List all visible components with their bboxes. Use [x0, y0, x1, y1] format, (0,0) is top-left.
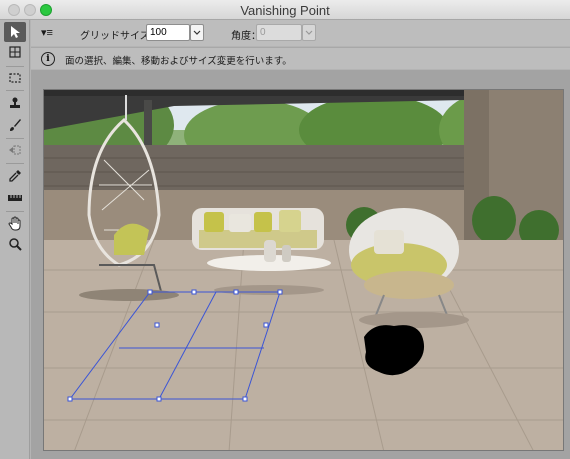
measure-tool[interactable] — [4, 188, 26, 208]
plane-edge-handle — [233, 289, 239, 295]
eyedropper-icon — [9, 170, 21, 182]
tool-hint-text: 面の選択、編集、移動およびサイズ変更を行います。 — [65, 56, 292, 67]
edit-plane-tool[interactable] — [4, 22, 26, 42]
angle-input[interactable]: 0 — [256, 24, 302, 41]
vanishing-point-window: Vanishing Point ▾≡ グリッドサイズ： 100 角度： 0 i … — [0, 0, 570, 459]
plane-edge-handle — [263, 322, 269, 328]
create-plane-tool[interactable] — [4, 42, 26, 62]
marquee-icon — [9, 73, 21, 83]
window-title: Vanishing Point — [240, 3, 330, 18]
eyedropper-tool[interactable] — [4, 166, 26, 186]
plane-corner-handle — [277, 289, 283, 295]
stamp-tool[interactable] — [4, 93, 26, 113]
chevron-down-icon — [305, 30, 313, 35]
panel-menu-button[interactable]: ▾≡ — [41, 26, 53, 39]
plane-corner-handle — [147, 289, 153, 295]
canvas-area[interactable] — [31, 70, 570, 459]
image-preview[interactable] — [43, 89, 564, 451]
grid-size-input[interactable]: 100 — [146, 24, 190, 41]
options-bar: ▾≡ グリッドサイズ： 100 角度： 0 — [31, 20, 570, 46]
plane-corner-handle — [67, 396, 73, 402]
zoom-icon — [9, 238, 22, 251]
chevron-down-icon — [193, 30, 201, 35]
zoom-tool[interactable] — [4, 234, 26, 254]
grid-plane-icon — [9, 46, 21, 58]
transform-icon — [9, 145, 21, 155]
plane-edge-handle — [154, 322, 160, 328]
plane-edge-handle — [156, 396, 162, 402]
hand-tool[interactable] — [4, 213, 26, 233]
perspective-plane-grid[interactable] — [44, 90, 564, 451]
info-bar: i 面の選択、編集、移動およびサイズ変更を行います。 — [31, 47, 570, 69]
grid-size-dropdown-button[interactable] — [190, 24, 204, 41]
ruler-icon — [8, 195, 22, 201]
plane-edge-handle — [191, 289, 197, 295]
angle-dropdown-button[interactable] — [302, 24, 316, 41]
brush-tool[interactable] — [4, 115, 26, 135]
title-bar: Vanishing Point — [0, 0, 570, 20]
marquee-tool[interactable] — [4, 68, 26, 88]
info-icon: i — [41, 52, 55, 66]
plane-corner-handle — [242, 396, 248, 402]
arrow-icon — [11, 26, 20, 38]
stamp-icon — [10, 97, 20, 108]
hand-icon — [8, 215, 21, 230]
transform-tool[interactable] — [4, 140, 26, 160]
brush-icon — [10, 119, 21, 131]
tool-panel — [0, 20, 30, 459]
